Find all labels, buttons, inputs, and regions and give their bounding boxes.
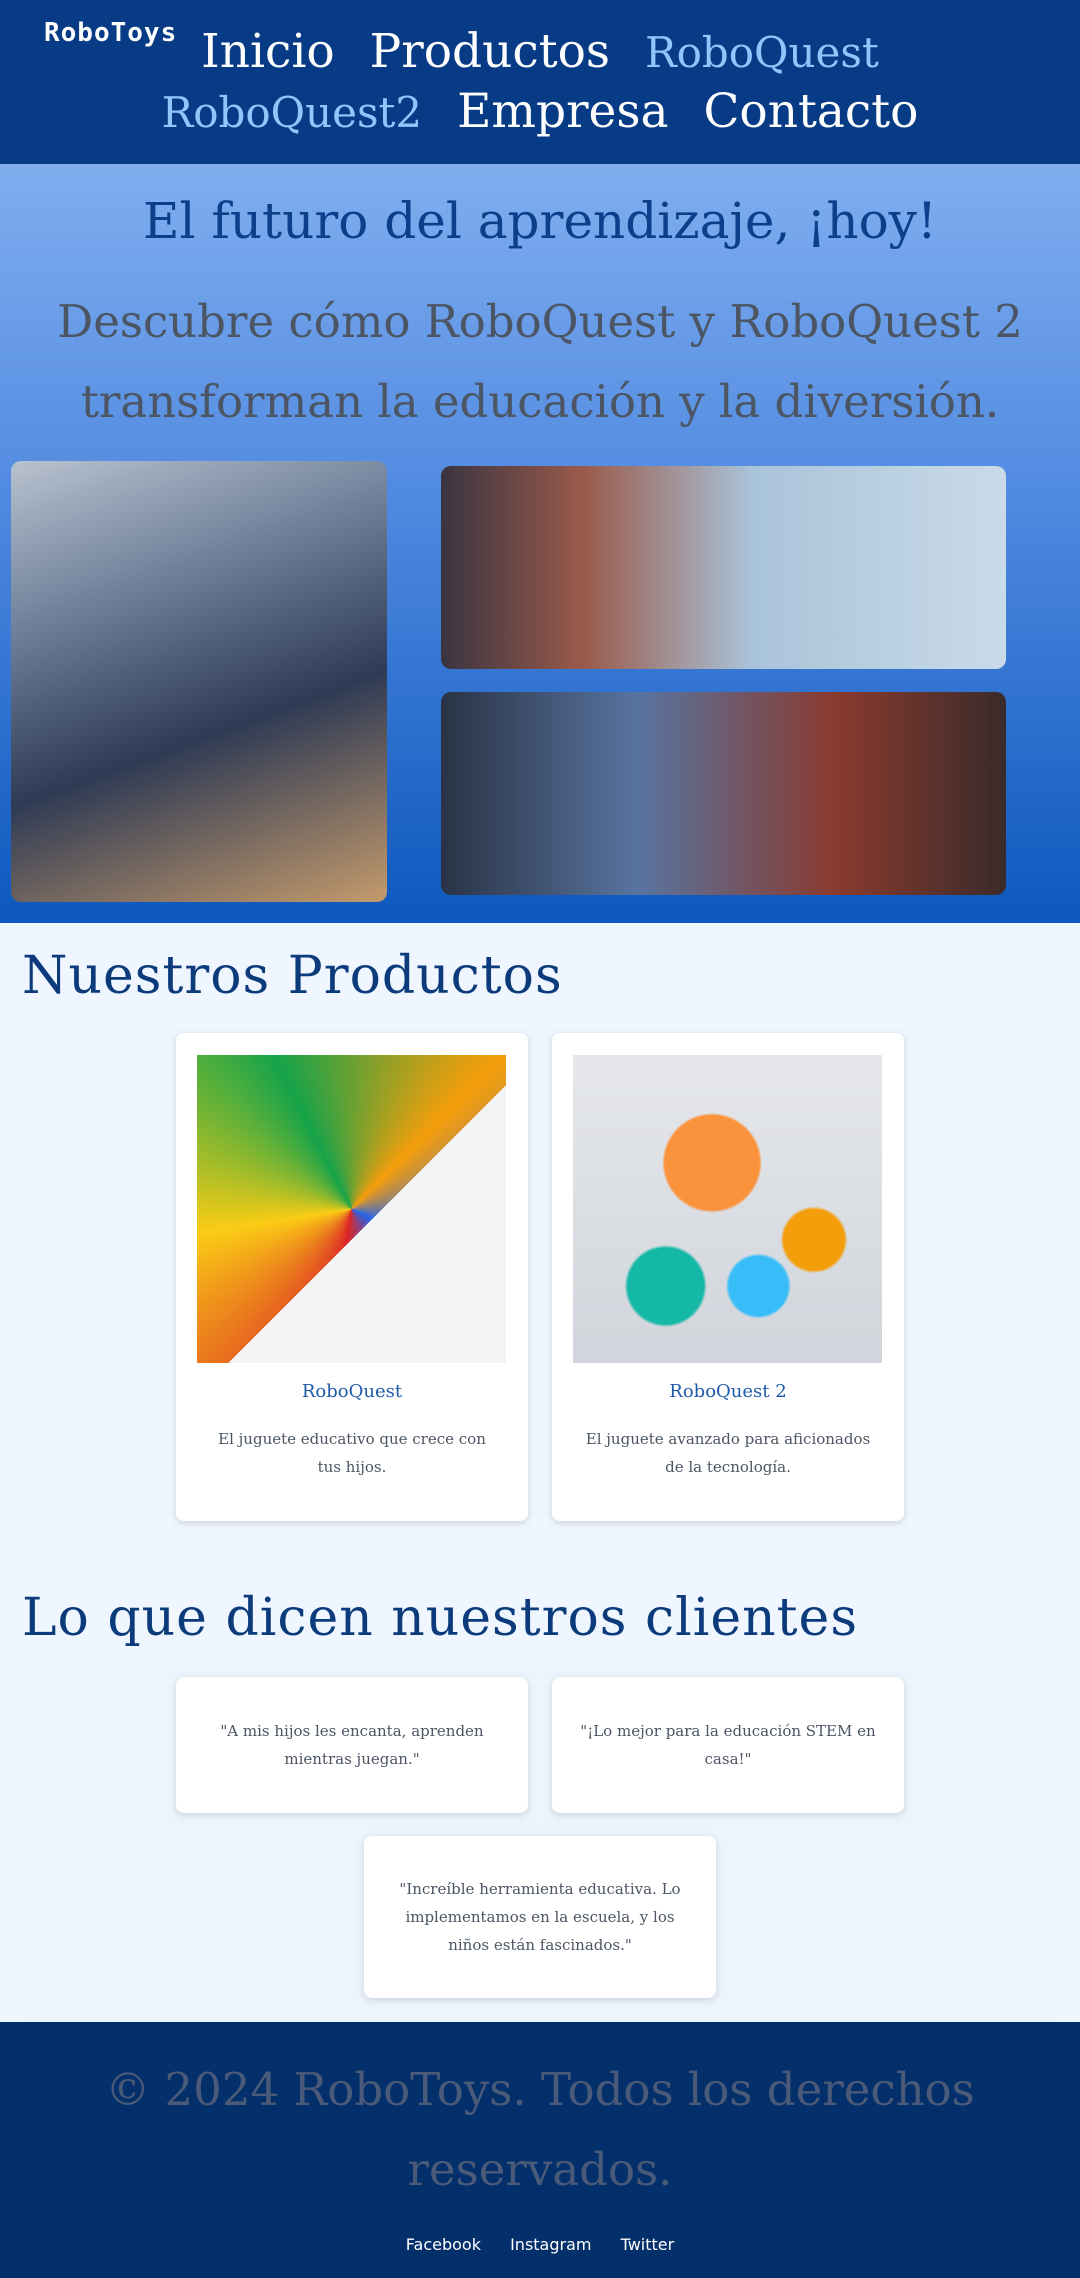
product-description: El juguete educativo que crece con tus h…: [218, 1430, 486, 1476]
hero-image-girl-building-robot: [11, 461, 387, 902]
footer-link-twitter[interactable]: Twitter: [621, 2235, 675, 2254]
testimonial-card: "Increíble herramienta educativa. Lo imp…: [364, 1836, 716, 1998]
product-card-roboquest-2[interactable]: RoboQuest 2 El juguete avanzado para afi…: [552, 1033, 904, 1521]
nav-link-roboquest2[interactable]: RoboQuest2: [162, 88, 423, 137]
testimonial-card: "¡Lo mejor para la educación STEM en cas…: [552, 1677, 904, 1813]
testimonial-quote: "A mis hijos les encanta, aprenden mient…: [220, 1722, 484, 1768]
product-description: El juguete avanzado para aficionados de …: [585, 1430, 871, 1476]
nav-link-empresa[interactable]: Empresa: [457, 84, 668, 139]
nav-row-1: Inicio Productos RoboQuest: [0, 22, 1080, 83]
nav-link-inicio[interactable]: Inicio: [201, 24, 335, 79]
hero-subtitle: Descubre cómo RoboQuest y RoboQuest 2 tr…: [57, 295, 1023, 428]
hero-section: El futuro del aprendizaje, ¡hoy! Descubr…: [0, 164, 1080, 923]
nav-link-productos[interactable]: Productos: [370, 24, 610, 79]
nav-link-roboquest[interactable]: RoboQuest: [645, 28, 879, 77]
footer-link-instagram[interactable]: Instagram: [510, 2235, 591, 2254]
testimonials-section-title: Lo que dicen nuestros clientes: [22, 1588, 858, 1648]
site-footer: © 2024 RoboToys. Todos los derechos rese…: [0, 2022, 1080, 2278]
site-header: RoboToys Inicio Productos RoboQuest Robo…: [0, 0, 1080, 164]
product-card-roboquest[interactable]: RoboQuest El juguete educativo que crece…: [176, 1033, 528, 1521]
footer-copyright: © 2024 RoboToys. Todos los derechos rese…: [105, 2063, 975, 2196]
footer-link-facebook[interactable]: Facebook: [406, 2235, 481, 2254]
product-name[interactable]: RoboQuest 2: [552, 1381, 904, 1402]
testimonial-card: "A mis hijos les encanta, aprenden mient…: [176, 1677, 528, 1813]
hero-title: El futuro del aprendizaje, ¡hoy!: [142, 192, 938, 250]
product-name[interactable]: RoboQuest: [176, 1381, 528, 1402]
hero-image-boy-with-block: [441, 466, 1006, 669]
product-image-roboquest-2: [573, 1055, 882, 1363]
footer-social-links: Facebook Instagram Twitter: [0, 2235, 1080, 2254]
testimonial-quote: "Increíble herramienta educativa. Lo imp…: [399, 1880, 681, 1954]
nav-link-contacto[interactable]: Contacto: [703, 84, 918, 139]
testimonial-quote: "¡Lo mejor para la educación STEM en cas…: [580, 1722, 876, 1768]
products-section-title: Nuestros Productos: [22, 946, 563, 1006]
product-image-roboquest: [197, 1055, 506, 1363]
hero-image-girl-with-robot: [441, 692, 1006, 895]
nav-row-2: RoboQuest2 Empresa Contacto: [0, 82, 1080, 143]
